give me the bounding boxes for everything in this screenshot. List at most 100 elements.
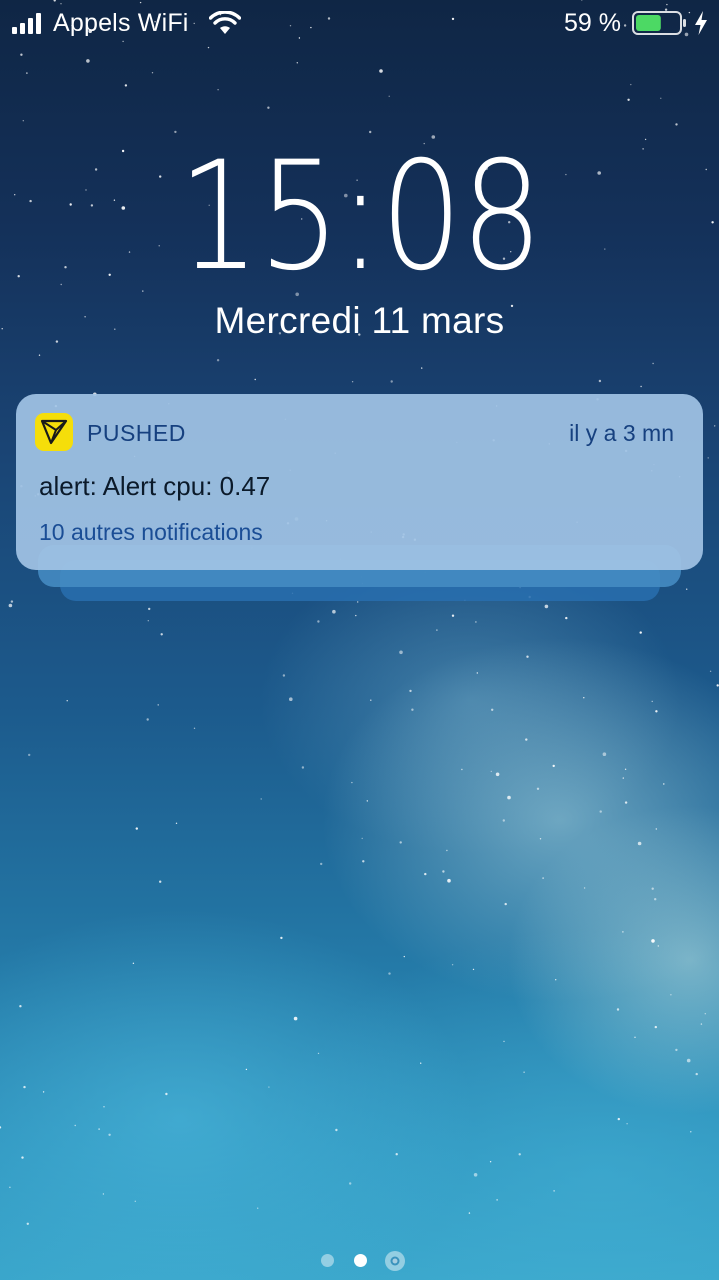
star: [146, 718, 149, 721]
carrier-label: Appels WiFi: [53, 9, 189, 37]
star: [20, 53, 23, 56]
star: [362, 860, 365, 863]
star: [447, 878, 451, 883]
star: [651, 887, 654, 890]
star: [388, 95, 390, 98]
battery-percentage: 59 %: [564, 9, 621, 37]
star: [626, 1123, 628, 1125]
star: [544, 604, 549, 609]
charging-bolt-icon: [695, 11, 707, 35]
star: [634, 1036, 636, 1039]
star: [29, 199, 32, 203]
star: [507, 795, 511, 800]
star: [38, 354, 41, 356]
star: [651, 939, 655, 943]
star: [472, 968, 475, 971]
star: [175, 822, 178, 824]
star: [174, 130, 177, 134]
star: [686, 588, 688, 590]
star: [411, 708, 414, 711]
star: [216, 359, 220, 362]
star: [103, 1106, 105, 1108]
star: [526, 655, 529, 658]
star: [21, 1156, 24, 1159]
star: [503, 1040, 505, 1043]
star: [26, 1222, 29, 1226]
star: [555, 979, 557, 981]
star: [446, 849, 448, 852]
star: [165, 1092, 168, 1096]
star: [86, 59, 90, 63]
star: [26, 72, 28, 74]
star: [388, 972, 391, 975]
star: [640, 385, 642, 388]
notification-card[interactable]: PUSHED il y a 3 mn alert: Alert cpu: 0.4…: [16, 394, 703, 570]
camera-icon[interactable]: [384, 1250, 406, 1272]
star: [17, 275, 20, 278]
star: [451, 614, 455, 617]
star: [624, 801, 628, 804]
star: [583, 697, 585, 699]
star: [502, 819, 505, 822]
star: [627, 98, 630, 102]
page-indicator[interactable]: [0, 1250, 719, 1272]
star: [317, 620, 320, 623]
star: [655, 828, 657, 830]
star: [663, 783, 665, 785]
star: [496, 1199, 498, 1201]
star: [399, 841, 402, 844]
star: [660, 97, 662, 100]
star: [280, 936, 283, 940]
star: [351, 781, 353, 784]
star: [622, 931, 624, 933]
star: [395, 1153, 398, 1156]
star: [639, 631, 642, 634]
more-notifications-link[interactable]: 10 autres notifications: [39, 519, 263, 546]
star: [695, 1072, 698, 1076]
star: [461, 768, 463, 771]
star: [9, 1186, 11, 1189]
star: [495, 772, 500, 777]
star: [617, 1117, 620, 1121]
wifi-icon: [209, 11, 241, 34]
star: [66, 700, 68, 702]
star: [475, 621, 477, 623]
star: [504, 902, 507, 906]
page-dot-active[interactable]: [354, 1254, 367, 1267]
star: [42, 1091, 45, 1093]
star: [390, 380, 393, 383]
notification-timestamp: il y a 3 mn: [569, 420, 674, 446]
paper-plane-icon: [40, 419, 68, 445]
star: [8, 603, 13, 608]
star: [489, 1161, 492, 1163]
star: [424, 872, 427, 876]
star: [714, 425, 716, 427]
star: [317, 1052, 320, 1055]
star: [260, 798, 262, 800]
star: [151, 72, 154, 74]
page-dot[interactable]: [321, 1254, 334, 1267]
star: [399, 650, 403, 655]
star: [320, 862, 323, 866]
star: [476, 672, 478, 674]
battery-icon: [632, 11, 686, 35]
star: [134, 1200, 136, 1203]
star: [622, 777, 624, 779]
star: [652, 362, 654, 365]
star: [644, 138, 647, 141]
star: [102, 1193, 105, 1195]
star: [355, 614, 357, 617]
star: [217, 89, 219, 91]
star: [490, 770, 492, 773]
lock-screen-date: Mercredi 11 mars: [214, 300, 505, 341]
star: [23, 1085, 26, 1089]
star: [468, 1212, 471, 1214]
notification-message: alert: Alert cpu: 0.47: [39, 471, 271, 501]
star: [583, 887, 586, 889]
star: [245, 1068, 248, 1071]
star: [420, 1062, 422, 1064]
star: [403, 955, 405, 958]
star: [616, 1008, 620, 1011]
star: [539, 838, 542, 840]
star: [700, 1023, 703, 1025]
